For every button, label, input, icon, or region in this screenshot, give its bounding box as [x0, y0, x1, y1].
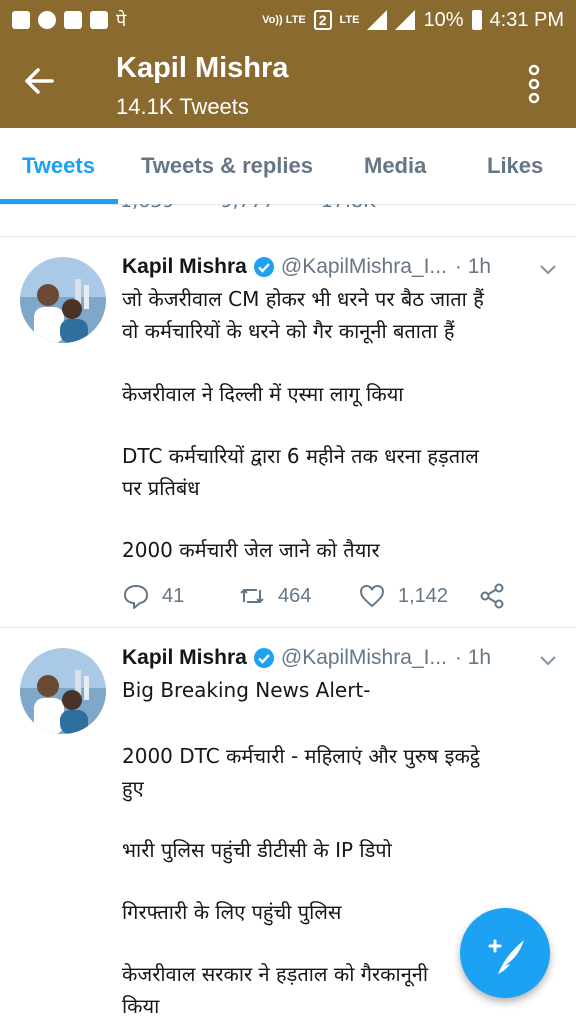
battery-percent: 10% — [423, 8, 464, 31]
more-options-icon[interactable] — [522, 64, 546, 104]
tweet-author-row: Kapil Mishra @KapilMishra_I... · 1h — [122, 646, 491, 670]
reply-button[interactable]: 41 — [122, 582, 238, 610]
profile-tabs: Tweets Tweets & replies Media Likes — [0, 128, 576, 205]
author-name[interactable]: Kapil Mishra — [122, 255, 247, 279]
avatar-image — [20, 257, 106, 343]
chevron-down-icon[interactable] — [538, 654, 558, 668]
chevron-down-icon[interactable] — [538, 263, 558, 277]
author-handle[interactable]: @KapilMishra_I... — [281, 255, 447, 279]
battery-icon — [471, 10, 482, 30]
go-app-icon — [38, 11, 56, 29]
signal-icon — [367, 10, 388, 30]
previous-tweet-actions: 1,639 9,777 17.8K — [0, 204, 576, 230]
like-button[interactable]: 1,142 — [358, 582, 478, 610]
tab-tweets[interactable]: Tweets — [22, 128, 95, 204]
retweet-count: 464 — [278, 584, 312, 607]
reply-count: 41 — [162, 584, 185, 607]
tweet[interactable]: Kapil Mishra @KapilMishra_I... · 1h जो क… — [0, 237, 576, 627]
back-arrow-icon[interactable] — [22, 64, 56, 98]
header-title: Kapil Mishra — [116, 52, 289, 84]
tweet-author-row: Kapil Mishra @KapilMishra_I... · 1h — [122, 255, 491, 279]
verified-badge-icon — [253, 648, 274, 668]
avatar-image — [20, 648, 106, 734]
tweet-text-line: किया — [122, 994, 160, 1018]
notification-icon — [12, 11, 30, 29]
sim-indicator: 2 — [313, 10, 332, 30]
retweet-button[interactable]: 464 — [238, 582, 358, 610]
tweet-text-line: जो केजरीवाल CM होकर भी धरने पर बैठ जाता … — [122, 287, 484, 311]
tweet-text-line: हुए — [122, 776, 144, 800]
tweet-text-line: 2000 कर्मचारी जेल जाने को तैयार — [122, 538, 380, 562]
share-button[interactable] — [478, 582, 518, 610]
tab-likes[interactable]: Likes — [487, 128, 543, 204]
payment-notification-label: पे — [116, 10, 127, 31]
author-name[interactable]: Kapil Mishra — [122, 646, 247, 670]
clock: 4:31 PM — [489, 8, 564, 31]
retweet-icon — [240, 589, 264, 603]
tweet-time: · 1h — [454, 646, 492, 669]
verified-badge-icon — [253, 257, 274, 277]
tweet-text-line: भारी पुलिस पहुंची डीटीसी के IP डिपो — [122, 838, 392, 862]
tweet-text-line: पर प्रतिबंध — [122, 476, 200, 500]
network-type: LTE — [339, 13, 360, 26]
status-bar: पे Vo)) LTE 2 LTE 10% 4:31 PM — [0, 0, 576, 40]
tweet-text-line: केजरीवाल सरकार ने हड़ताल को गैरकानूनी — [122, 962, 429, 986]
like-count: 1,142 — [398, 584, 449, 607]
mail-icon — [64, 11, 82, 29]
prev-reply-count[interactable]: 1,639 — [120, 204, 174, 212]
tweet-text-line: DTC कर्मचारियों द्वारा 6 महीने तक धरना ह… — [122, 444, 479, 468]
tweet-text-line: Big Breaking News Alert- — [122, 678, 371, 702]
profile-header: Kapil Mishra 14.1K Tweets — [0, 40, 576, 128]
prev-like-count[interactable]: 17.8K — [321, 204, 376, 212]
signal-icon-2 — [395, 10, 416, 30]
volte-indicator: Vo)) LTE — [262, 13, 306, 26]
tweet-text-line: 2000 DTC कर्मचारी - महिलाएं और पुरुष इकट… — [122, 744, 480, 768]
shopping-cart-icon — [90, 11, 108, 29]
tab-tweets-replies[interactable]: Tweets & replies — [141, 128, 313, 204]
prev-retweet-count[interactable]: 9,777 — [220, 204, 274, 212]
tweet-count: 14.1K Tweets — [116, 94, 249, 119]
reply-icon — [124, 585, 148, 609]
compose-tweet-button[interactable] — [460, 908, 550, 998]
share-icon — [480, 583, 504, 609]
tweet-text-line: वो कर्मचारियों के धरने को गैर कानूनी बता… — [122, 319, 455, 343]
compose-feather-icon — [488, 939, 524, 974]
avatar[interactable] — [20, 257, 106, 343]
tweet-actions: 41 464 1,142 — [122, 582, 518, 610]
heart-icon — [360, 585, 384, 607]
tweet-time: · 1h — [454, 255, 492, 278]
tab-media[interactable]: Media — [364, 128, 426, 204]
tweet-text-line: केजरीवाल ने दिल्ली में एस्मा लागू किया — [122, 382, 404, 406]
author-handle[interactable]: @KapilMishra_I... — [281, 646, 447, 670]
avatar[interactable] — [20, 648, 106, 734]
tweet-text-line: गिरफ्तारी के लिए पहुंची पुलिस — [122, 900, 342, 924]
